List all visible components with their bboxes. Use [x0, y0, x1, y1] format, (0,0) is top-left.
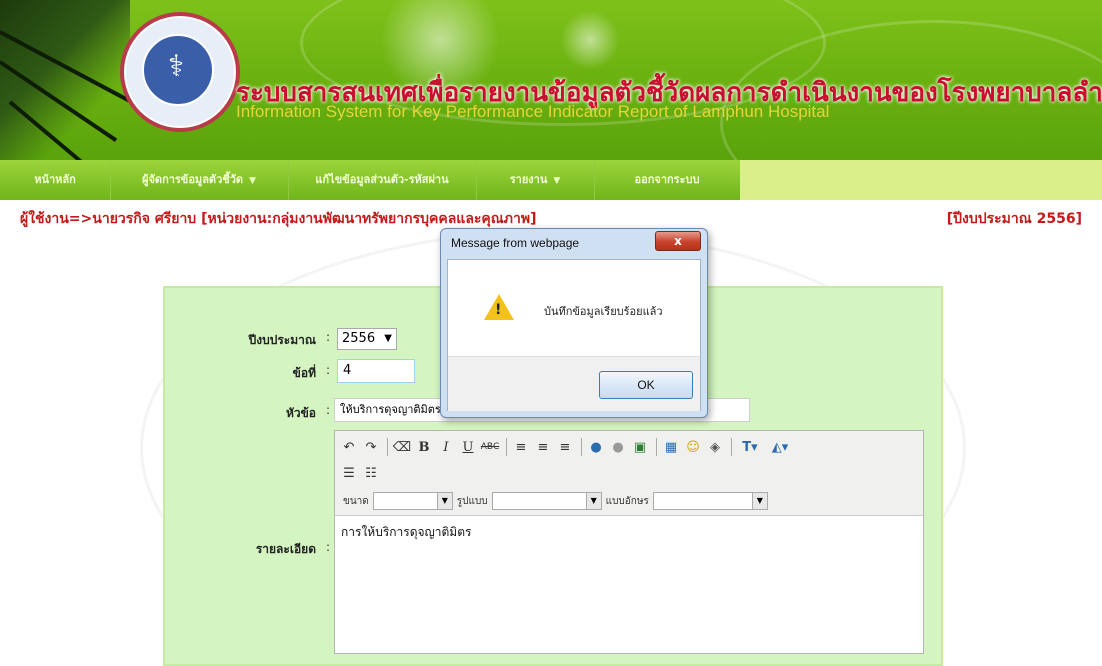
close-button[interactable]: x [655, 231, 701, 251]
nav-item-home[interactable]: หน้าหลัก [0, 160, 111, 200]
year-select-value: 2556 [342, 331, 376, 346]
eraser-icon[interactable]: ⌫ [392, 437, 412, 457]
nav-label: แก้ไขข้อมูลส่วนตัว-รหัสผ่าน [315, 173, 449, 186]
colon: : [326, 403, 331, 417]
editor-toolbar: ↶ ↷ ⌫ B I U ABC ≡ ≡ ≡ ● ● ▣ ▦ ☺ ◈ T▾ ◭▾ … [335, 431, 923, 516]
chevron-down-icon: ▼ [553, 176, 561, 186]
font-family-select[interactable]: ▼ [652, 492, 768, 510]
toolbar-row: ☰ ☷ [339, 461, 383, 485]
format-label: รูปแบบ [456, 495, 488, 507]
nav-label: ผู้จัดการข้อมูลตัวชี้วัด [142, 173, 244, 186]
site-title-english: Information System for Key Performance I… [236, 102, 830, 121]
nav-item-profile[interactable]: แก้ไขข้อมูลส่วนตัว-รหัสผ่าน [288, 160, 477, 200]
year-select[interactable]: 2556 ▼ [337, 328, 397, 350]
colon: : [326, 363, 331, 377]
pen-stroke [0, 30, 134, 105]
toolbar-separator [506, 438, 507, 456]
chevron-down-icon: ▼ [436, 493, 452, 509]
chevron-down-icon: ▼ [384, 333, 392, 344]
nav-label: รายงาน [509, 173, 548, 186]
strikethrough-icon[interactable]: ABC [480, 437, 500, 457]
editor-content[interactable]: การให้บริการดุจญาติมิตร [341, 523, 471, 542]
user-info: ผู้ใช้งาน=>นายวรกิจ ศรียาบ [หน่วยงาน:กลุ… [20, 211, 537, 227]
bullet-list-icon[interactable]: ☷ [361, 463, 381, 483]
pens-image [0, 0, 134, 160]
dialog-title: Message from webpage [451, 236, 580, 250]
pen-stroke [0, 60, 118, 142]
detail-label: รายละเอียด [255, 542, 316, 556]
budget-year-info: [ปีงบประมาณ 2556] [946, 211, 1082, 227]
redo-icon[interactable]: ↷ [361, 437, 381, 457]
number-input[interactable]: 4 [337, 359, 415, 383]
link-icon[interactable]: ● [586, 437, 606, 457]
align-right-icon[interactable]: ≡ [555, 437, 575, 457]
warning-exclamation: ! [495, 302, 502, 318]
chevron-down-icon: ▼ [751, 493, 767, 509]
toolbar-row: ขนาด ▼ รูปแบบ ▼ แบบอักษร ▼ [339, 489, 768, 513]
format-select[interactable]: ▼ [491, 492, 602, 510]
logo-emblem-icon: ⚕ [167, 49, 185, 84]
unlink-icon[interactable]: ● [608, 437, 628, 457]
nav-item-logout[interactable]: ออกจากระบบ [594, 160, 740, 200]
pen-stroke [8, 100, 104, 160]
numbered-list-icon[interactable]: ☰ [339, 463, 359, 483]
font-size-label: ขนาด [343, 495, 369, 507]
align-left-icon[interactable]: ≡ [511, 437, 531, 457]
nav-item-kpi-manager[interactable]: ผู้จัดการข้อมูลตัวชี้วัด ▼ [110, 160, 289, 200]
toolbar-separator [731, 438, 732, 456]
font-size-select[interactable]: ▼ [372, 492, 453, 510]
font-family-label: แบบอักษร [605, 495, 649, 507]
dialog-body: ! บันทึกข้อมูลเรียบร้อยแล้ว OK [447, 259, 701, 411]
dialog-message: บันทึกข้อมูลเรียบร้อยแล้ว [544, 305, 663, 318]
chevron-down-icon: ▼ [249, 176, 256, 186]
nav-label: หน้าหลัก [34, 173, 76, 186]
background-color-icon[interactable]: ◭▾ [766, 437, 794, 457]
colon: : [326, 330, 331, 344]
colon: : [326, 540, 331, 554]
bold-icon[interactable]: B [414, 437, 434, 457]
table-icon[interactable]: ▦ [661, 437, 681, 457]
image-icon[interactable]: ▣ [630, 437, 650, 457]
align-center-icon[interactable]: ≡ [533, 437, 553, 457]
header-banner: ⚕ ระบบสารสนเทศเพื่อรายงานข้อมูลตัวชี้วัด… [0, 0, 1102, 160]
underline-icon[interactable]: U [458, 437, 478, 457]
nav-item-report[interactable]: รายงาน ▼ [476, 160, 595, 200]
rich-text-editor: ↶ ↷ ⌫ B I U ABC ≡ ≡ ≡ ● ● ▣ ▦ ☺ ◈ T▾ ◭▾ … [334, 430, 924, 654]
media-icon[interactable]: ◈ [705, 437, 725, 457]
emoticon-icon[interactable]: ☺ [683, 437, 703, 457]
nav-label: ออกจากระบบ [634, 173, 700, 186]
undo-icon[interactable]: ↶ [339, 437, 359, 457]
topic-label: หัวข้อ [285, 406, 316, 420]
number-label: ข้อที่ [292, 366, 316, 380]
chevron-down-icon: ▼ [585, 493, 601, 509]
italic-icon[interactable]: I [436, 437, 456, 457]
hospital-logo: ⚕ [120, 12, 240, 132]
toolbar-row: ↶ ↷ ⌫ B I U ABC ≡ ≡ ≡ ● ● ▣ ▦ ☺ ◈ T▾ ◭▾ [339, 435, 796, 459]
ok-button[interactable]: OK [599, 371, 693, 399]
text-color-icon[interactable]: T▾ [736, 437, 764, 457]
toolbar-separator [387, 438, 388, 456]
toolbar-separator [581, 438, 582, 456]
nav-bar: หน้าหลัก ผู้จัดการข้อมูลตัวชี้วัด ▼ แก้ไข… [0, 160, 1102, 200]
year-label: ปีงบประมาณ [248, 333, 316, 347]
toolbar-separator [656, 438, 657, 456]
message-dialog: Message from webpage x ! บันทึกข้อมูลเรี… [440, 228, 708, 418]
